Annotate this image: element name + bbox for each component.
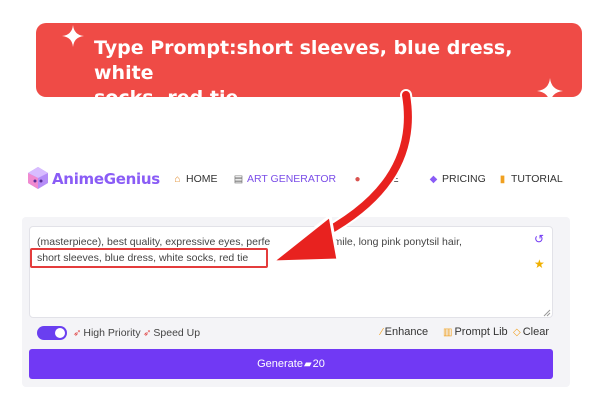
toggle-knob bbox=[55, 328, 65, 338]
nav-home[interactable]: ⌂ HOME bbox=[172, 173, 218, 185]
star-icon[interactable]: ★ bbox=[534, 257, 545, 271]
callout-text: Type Prompt:short sleeves, blue dress, w… bbox=[94, 36, 564, 111]
resize-handle-icon[interactable] bbox=[543, 309, 551, 317]
speed-up-label[interactable]: ➶ Speed Up bbox=[143, 327, 200, 339]
history-icon[interactable]: ↺ bbox=[534, 232, 544, 246]
enhance-button[interactable]: ⁄ Enhance bbox=[381, 326, 428, 338]
high-priority-text: High Priority bbox=[83, 327, 141, 339]
brand-name[interactable]: AnimeGenius bbox=[52, 170, 160, 188]
explore-icon: ● bbox=[354, 174, 361, 185]
nav-home-label: HOME bbox=[186, 173, 218, 185]
prompt-line-1-tail: smile, long pink ponytsil hair, bbox=[328, 236, 462, 248]
logo-icon[interactable] bbox=[26, 166, 50, 190]
wand-icon: ⁄ bbox=[381, 327, 383, 338]
nav-art-generator-label: ART GENERATOR bbox=[247, 173, 337, 185]
home-icon: ⌂ bbox=[174, 174, 181, 185]
library-icon: ▥ bbox=[443, 327, 453, 338]
clear-text: Clear bbox=[522, 326, 549, 338]
clear-button[interactable]: ◇ Clear bbox=[513, 326, 549, 338]
nav-art-generator[interactable]: ▤ ART GENERATOR bbox=[233, 173, 336, 185]
coin-icon: ▰ bbox=[303, 359, 312, 370]
high-priority-toggle[interactable] bbox=[37, 326, 67, 340]
prompt-lib-button[interactable]: ▥ Prompt Lib bbox=[443, 326, 508, 338]
sparkle-icon bbox=[62, 25, 84, 47]
rocket-icon: ➶ bbox=[143, 328, 152, 339]
prompt-line-1: (masterpiece), best quality, expressive … bbox=[37, 236, 462, 248]
eraser-icon: ◇ bbox=[513, 327, 521, 338]
nav-tutorial-label: TUTORIAL bbox=[511, 173, 563, 185]
generate-button[interactable]: Generate▰20 bbox=[29, 349, 553, 379]
high-priority-label: ➶ High Priority bbox=[73, 327, 141, 339]
prompt-lib-text: Prompt Lib bbox=[454, 326, 508, 338]
art-generator-icon: ▤ bbox=[233, 174, 244, 185]
generate-label: Generate bbox=[257, 358, 303, 370]
callout-line-1: Type Prompt:short sleeves, blue dress, w… bbox=[94, 37, 513, 84]
nav-explore[interactable]: ● RE bbox=[352, 173, 399, 185]
enhance-text: Enhance bbox=[384, 326, 429, 338]
nav-explore-label: RE bbox=[384, 173, 399, 185]
nav-tutorial[interactable]: ▮ TUTORIAL bbox=[497, 173, 563, 185]
book-icon: ▮ bbox=[499, 174, 506, 185]
speed-up-text: Speed Up bbox=[153, 327, 201, 339]
callout-line-2: socks, red tie bbox=[94, 87, 239, 109]
prompt-line-1-head: (masterpiece), best quality, expressive … bbox=[37, 236, 271, 248]
nav-pricing-label: PRICING bbox=[442, 173, 486, 185]
nav-pricing[interactable]: ◆ PRICING bbox=[428, 173, 486, 185]
top-nav: AnimeGenius ⌂ HOME ▤ ART GENERATOR ● RE ◆ PR… bbox=[0, 160, 600, 200]
prompt-highlight-box bbox=[30, 248, 268, 268]
gem-icon: ◆ bbox=[429, 174, 438, 185]
generate-cost: 20 bbox=[312, 358, 325, 370]
rocket-icon: ➶ bbox=[73, 328, 82, 339]
